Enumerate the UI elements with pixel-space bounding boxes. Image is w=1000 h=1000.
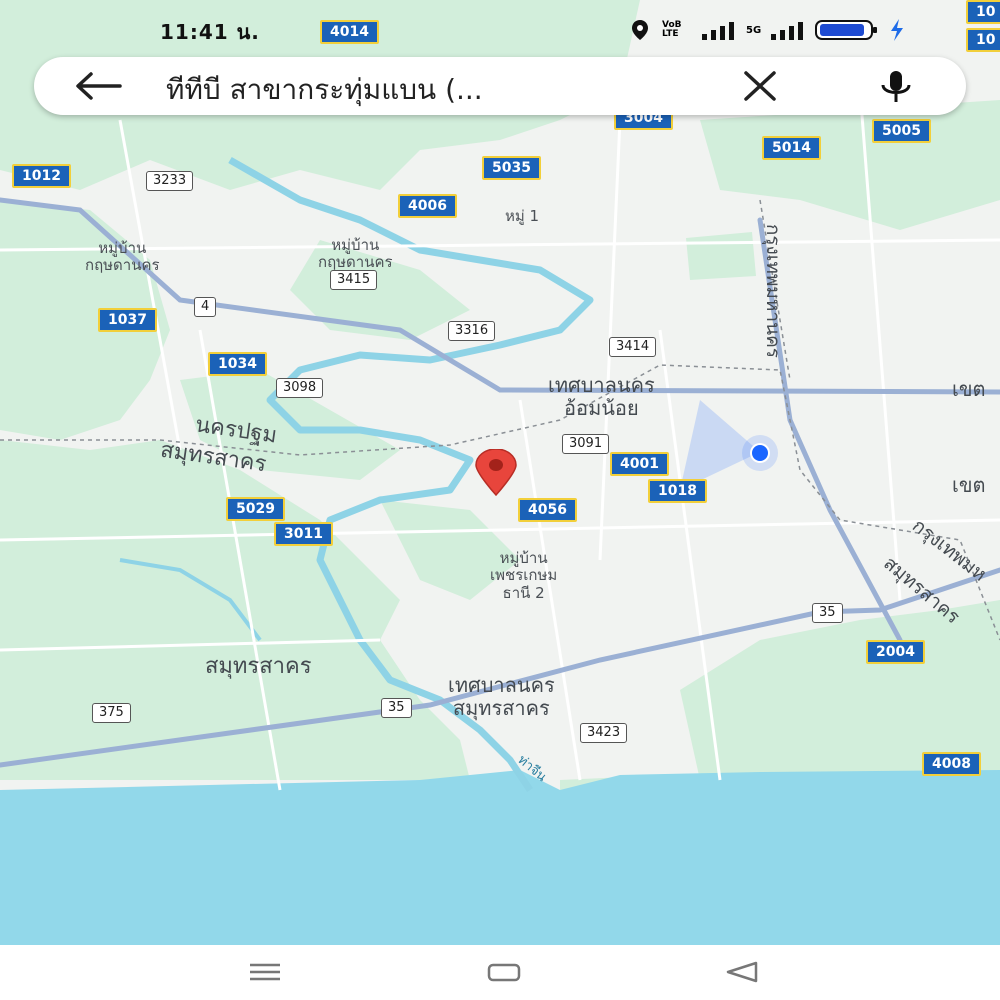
- district-label-samut-sakhon: สมุทรสาคร: [205, 654, 312, 679]
- route-shield: 3414: [609, 337, 657, 357]
- area-label-khet-2: เขต: [952, 473, 986, 497]
- route-shield: 3415: [330, 270, 378, 290]
- area-label-line: เทศบาลนคร: [448, 673, 555, 697]
- signal-strength-icon: [771, 22, 804, 40]
- map-pin-icon[interactable]: [472, 449, 520, 497]
- area-label-krisadanakorn-2: หมู่บ้าน กฤษดานคร: [318, 236, 393, 272]
- area-label-line: กฤษดานคร: [318, 253, 393, 272]
- route-shield: 35: [812, 603, 843, 623]
- signal-strength-icon: [702, 22, 734, 40]
- area-label-line: เพชรเกษม: [490, 566, 558, 585]
- route-shield: 4001: [610, 452, 669, 476]
- route-shield: 3423: [580, 723, 628, 743]
- route-shield: 5029: [226, 497, 285, 521]
- volte-indicator: VoB LTE: [662, 20, 682, 39]
- system-nav-bar: [0, 945, 1000, 1000]
- search-query[interactable]: ทีทีบี สาขากระทุ่มแบน (...: [166, 68, 483, 112]
- route-shield: 5035: [482, 156, 541, 180]
- map-canvas[interactable]: หมู่ 1 หมู่บ้าน กฤษดานคร หมู่บ้าน กฤษดาน…: [0, 0, 1000, 945]
- area-label-moo-1: หมู่ 1: [505, 207, 540, 225]
- arrow-left-icon[interactable]: [74, 71, 122, 101]
- area-label-om-noi: เทศบาลนคร อ้อมน้อย: [548, 374, 655, 420]
- status-time: 11:41 น.: [160, 20, 260, 44]
- network-type: 5G: [746, 24, 762, 36]
- back-triangle-icon[interactable]: [724, 959, 760, 985]
- area-label-line: สมุทรสาคร: [452, 696, 550, 720]
- location-status-icon: [632, 20, 648, 40]
- route-shield: 375: [92, 703, 131, 723]
- route-shield: 1034: [208, 352, 267, 376]
- province-label-bangkok-vertical: กรุงเทพมหานคร: [762, 223, 784, 358]
- route-shield: 3011: [274, 522, 333, 546]
- route-shield: 1018: [648, 479, 707, 503]
- area-label-line: หมู่บ้าน: [98, 239, 147, 257]
- area-label-samut-sakhon-city: เทศบาลนคร สมุทรสาคร: [448, 674, 555, 720]
- route-shield: 4006: [398, 194, 457, 218]
- route-shield: 3098: [276, 378, 324, 398]
- route-shield: 3316: [448, 321, 496, 341]
- route-shield: 5014: [762, 136, 821, 160]
- status-bar: 11:41 น. VoB LTE 5G: [0, 0, 1000, 58]
- route-shield: 1037: [98, 308, 157, 332]
- route-shield: 4056: [518, 498, 577, 522]
- area-label-line: หมู่บ้าน: [499, 549, 548, 567]
- close-icon[interactable]: [742, 69, 778, 103]
- route-shield: 4: [194, 297, 217, 317]
- menu-icon[interactable]: [248, 959, 282, 985]
- route-shield: 2004: [866, 640, 925, 664]
- status-icons: VoB LTE 5G: [628, 18, 905, 42]
- area-label-line: หมู่บ้าน: [331, 236, 380, 254]
- microphone-icon[interactable]: [876, 69, 916, 105]
- route-shield: 3233: [146, 171, 194, 191]
- route-shield: 4008: [922, 752, 981, 776]
- search-bar[interactable]: ทีทีบี สาขากระทุ่มแบน (...: [34, 57, 966, 115]
- area-label-phetkasem-2: หมู่บ้าน เพชรเกษม ธานี 2: [490, 549, 558, 602]
- area-label-khet-1: เขต: [952, 377, 986, 401]
- area-label-line: ธานี 2: [502, 583, 545, 602]
- battery-icon: [815, 20, 878, 40]
- route-shield: 35: [381, 698, 412, 718]
- route-shield: 1012: [12, 164, 71, 188]
- route-shield: 5005: [872, 119, 931, 143]
- area-label-krisadanakorn-1: หมู่บ้าน กฤษดานคร: [85, 239, 160, 275]
- area-label-line: เทศบาลนคร: [548, 373, 655, 397]
- area-label-line: กฤษดานคร: [85, 256, 160, 275]
- route-shield: 3091: [562, 434, 610, 454]
- current-location-icon[interactable]: [740, 433, 780, 473]
- charging-icon: [891, 19, 904, 41]
- home-icon[interactable]: [486, 959, 522, 985]
- area-label-line: อ้อมน้อย: [564, 396, 639, 420]
